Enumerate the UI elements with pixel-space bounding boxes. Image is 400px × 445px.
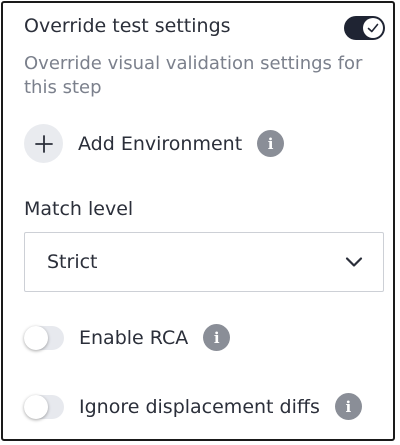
ignore-displacement-label: Ignore displacement diffs xyxy=(79,395,320,418)
enable-rca-toggle[interactable] xyxy=(24,325,64,350)
override-description: Override visual validation settings for … xyxy=(24,53,363,98)
override-title: Override test settings xyxy=(24,15,231,37)
chevron-down-icon xyxy=(345,257,363,267)
add-environment-button[interactable]: Add Environment i xyxy=(24,124,285,163)
info-icon[interactable]: i xyxy=(203,324,231,351)
plus-glyph xyxy=(34,134,53,153)
toggle-knob xyxy=(24,394,48,419)
plus-icon[interactable] xyxy=(24,124,63,163)
info-icon[interactable]: i xyxy=(257,130,285,157)
step-settings-panel: Override test settings Override visual v… xyxy=(1,1,395,441)
match-level-select[interactable]: Strict xyxy=(24,232,384,292)
enable-rca-row: Enable RCA i xyxy=(24,324,231,351)
override-toggle[interactable] xyxy=(344,16,385,40)
override-title-row: Override test settings xyxy=(24,15,231,37)
info-icon[interactable]: i xyxy=(334,393,362,420)
add-environment-label[interactable]: Add Environment xyxy=(78,133,242,155)
match-level-value: Strict xyxy=(47,251,98,273)
toggle-knob xyxy=(24,325,48,350)
enable-rca-label: Enable RCA xyxy=(79,326,189,349)
toggle-knob xyxy=(363,18,383,38)
ignore-displacement-toggle[interactable] xyxy=(24,394,64,419)
ignore-displacement-row: Ignore displacement diffs i xyxy=(24,393,362,420)
match-level-label: Match level xyxy=(24,198,134,220)
check-icon xyxy=(367,23,379,33)
